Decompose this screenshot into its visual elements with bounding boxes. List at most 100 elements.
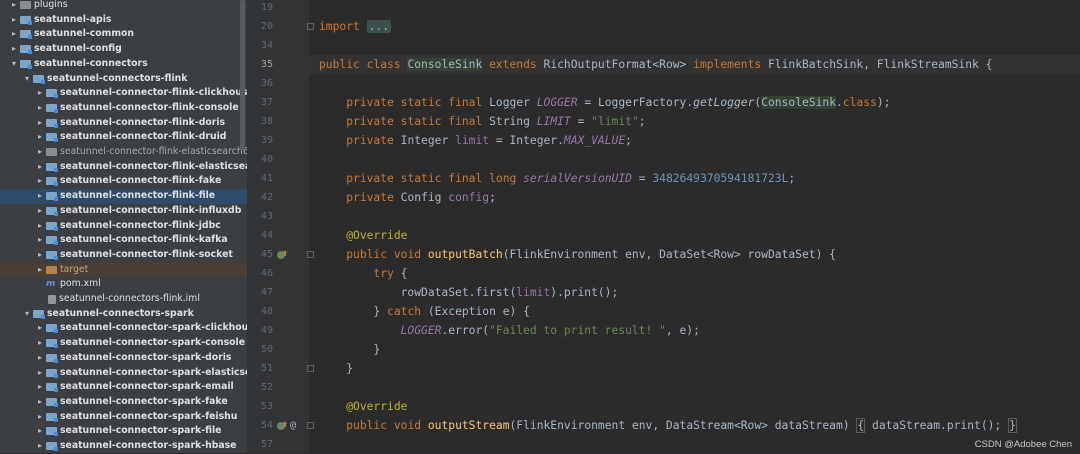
line-number[interactable]: 51	[247, 359, 273, 378]
fold-marker-icon[interactable]	[307, 251, 314, 258]
code-line-42[interactable]: private Config config;	[319, 188, 496, 207]
at-sign-icon[interactable]: @	[290, 416, 296, 435]
tree-item[interactable]: ▸ seatunnel-connector-flink-socket	[0, 248, 247, 263]
tree-item[interactable]: ▸ seatunnel-config	[0, 42, 247, 57]
tree-item[interactable]: ▸ seatunnel-connector-flink-console	[0, 101, 247, 116]
tree-item[interactable]: ▸ seatunnel-connector-spark-elasticsearch	[0, 366, 247, 381]
line-number[interactable]: 57	[247, 435, 273, 454]
tree-scrollbar[interactable]	[240, 0, 245, 150]
tree-item[interactable]: ▸ seatunnel-common	[0, 27, 247, 42]
chevron-right-icon[interactable]: ▸	[35, 321, 45, 336]
chevron-right-icon[interactable]: ▸	[35, 410, 45, 425]
chevron-right-icon[interactable]: ▸	[35, 336, 45, 351]
tree-item[interactable]: ▸ seatunnel-connector-flink-elasticsearch…	[0, 145, 247, 160]
class-name[interactable]: ConsoleSink	[407, 58, 483, 71]
tree-item[interactable]: ▸ seatunnel-connector-flink-file	[0, 189, 247, 204]
line-number[interactable]: 43	[247, 207, 273, 226]
code-line-35[interactable]: public class ConsoleSink extends RichOut…	[319, 55, 992, 74]
chevron-right-icon[interactable]: ▸	[35, 233, 45, 248]
tree-item[interactable]: ▸ seatunnel-connector-spark-console	[0, 336, 247, 351]
tree-item[interactable]: seatunnel-connectors-flink.iml	[0, 292, 247, 307]
code-line-38[interactable]: private static final String LIMIT = "lim…	[319, 112, 645, 131]
chevron-right-icon[interactable]: ▸	[35, 351, 45, 366]
chevron-right-icon[interactable]: ▸	[35, 204, 45, 219]
tree-item[interactable]: ▾ seatunnel-connectors-spark	[0, 307, 247, 322]
line-number[interactable]: 20	[247, 17, 273, 36]
code-line-51[interactable]: }	[319, 359, 353, 378]
tree-item[interactable]: ▸ seatunnel-connector-flink-kafka	[0, 233, 247, 248]
code-line-37[interactable]: private static final Logger LOGGER = Log…	[319, 93, 890, 112]
tree-item[interactable]: ▸ seatunnel-connector-spark-doris	[0, 351, 247, 366]
tree-item[interactable]: ▸ seatunnel-connector-flink-clickhouse	[0, 86, 247, 101]
chevron-right-icon[interactable]: ▸	[35, 248, 45, 263]
method-outputBatch[interactable]: outputBatch	[428, 248, 503, 261]
tree-item[interactable]: ▸ seatunnel-connector-flink-elasticsearch…	[0, 160, 247, 175]
code-line-46[interactable]: try {	[319, 264, 407, 283]
line-number[interactable]: 48	[247, 302, 273, 321]
tree-item[interactable]: ▸ seatunnel-apis	[0, 13, 247, 28]
code-line-49[interactable]: LOGGER.error("Failed to print result! ",…	[319, 321, 700, 340]
line-number[interactable]: 54	[247, 416, 273, 435]
tree-item[interactable]: ▸ target	[0, 262, 247, 278]
line-number[interactable]: 52	[247, 378, 273, 397]
code-line-50[interactable]: }	[319, 340, 380, 359]
line-number[interactable]: 34	[247, 36, 273, 55]
chevron-right-icon[interactable]: ▸	[35, 189, 45, 204]
fold-marker-icon[interactable]	[307, 422, 314, 429]
tree-item[interactable]: ▸ seatunnel-connector-spark-clickhouse	[0, 321, 247, 336]
chevron-right-icon[interactable]: ▸	[35, 380, 45, 395]
line-number[interactable]: 46	[247, 264, 273, 283]
chevron-down-icon[interactable]: ▾	[22, 72, 32, 87]
chevron-right-icon[interactable]: ▸	[35, 424, 45, 439]
chevron-right-icon[interactable]: ▸	[35, 116, 45, 131]
tree-item[interactable]: ▸ seatunnel-connector-spark-fake	[0, 395, 247, 410]
chevron-right-icon[interactable]: ▸	[35, 174, 45, 189]
chevron-right-icon[interactable]: ▸	[35, 101, 45, 116]
tree-item[interactable]: ▾ seatunnel-connectors-flink	[0, 72, 247, 87]
tree-item[interactable]: ▸ seatunnel-connector-spark-email	[0, 380, 247, 395]
line-number[interactable]: 44	[247, 226, 273, 245]
tree-item[interactable]: ▸ seatunnel-connector-spark-hbase	[0, 439, 247, 453]
chevron-right-icon[interactable]: ▸	[35, 145, 45, 160]
line-number[interactable]: 41	[247, 169, 273, 188]
tree-item[interactable]: ▸ seatunnel-connector-flink-doris	[0, 116, 247, 131]
tree-item[interactable]: ▸ seatunnel-connector-flink-influxdb	[0, 204, 247, 219]
chevron-down-icon[interactable]: ▾	[22, 307, 32, 322]
chevron-right-icon[interactable]: ▸	[35, 395, 45, 410]
line-number[interactable]: 40	[247, 150, 273, 169]
line-number[interactable]: 35	[247, 55, 273, 74]
tree-item[interactable]: ▾ seatunnel-connectors	[0, 57, 247, 72]
tree-item[interactable]: ▸ seatunnel-connector-flink-druid	[0, 130, 247, 145]
code-line-39[interactable]: private Integer limit = Integer.MAX_VALU…	[319, 131, 632, 150]
line-number[interactable]: 47	[247, 283, 273, 302]
code-line-47[interactable]: rowDataSet.first(limit).print();	[319, 283, 619, 302]
line-number[interactable]: 45	[247, 245, 273, 264]
code-line-45[interactable]: public void outputBatch(FlinkEnvironment…	[319, 245, 836, 264]
tree-item[interactable]: ▸ seatunnel-connector-spark-file	[0, 424, 247, 439]
chevron-right-icon[interactable]: ▸	[35, 366, 45, 381]
implementing-method-icon[interactable]	[276, 416, 288, 435]
code-line-54[interactable]: public void outputStream(FlinkEnvironmen…	[319, 416, 1017, 435]
tree-item[interactable]: m pom.xml	[0, 277, 247, 292]
chevron-down-icon[interactable]: ▾	[9, 57, 19, 72]
chevron-right-icon[interactable]: ▸	[35, 263, 45, 278]
line-number[interactable]: 50	[247, 340, 273, 359]
code-line-53[interactable]: @Override	[319, 397, 407, 416]
chevron-right-icon[interactable]: ▸	[9, 13, 19, 28]
fold-marker-icon[interactable]	[307, 365, 314, 372]
code-line-41[interactable]: private static final long serialVersionU…	[319, 169, 795, 188]
line-number[interactable]: 42	[247, 188, 273, 207]
implementing-method-icon[interactable]	[276, 245, 288, 264]
line-number[interactable]: 37	[247, 93, 273, 112]
line-number[interactable]: 53	[247, 397, 273, 416]
chevron-right-icon[interactable]: ▸	[9, 42, 19, 57]
line-number[interactable]: 39	[247, 131, 273, 150]
tree-item[interactable]: ▸ seatunnel-connector-flink-jdbc	[0, 219, 247, 234]
line-number[interactable]: 36	[247, 74, 273, 93]
code-line-20[interactable]: import ...	[319, 17, 392, 36]
tree-item[interactable]: ▸ plugins	[0, 0, 247, 13]
line-number[interactable]: 49	[247, 321, 273, 340]
fold-marker-icon[interactable]	[307, 23, 314, 30]
chevron-right-icon[interactable]: ▸	[35, 439, 45, 453]
chevron-right-icon[interactable]: ▸	[9, 0, 19, 13]
